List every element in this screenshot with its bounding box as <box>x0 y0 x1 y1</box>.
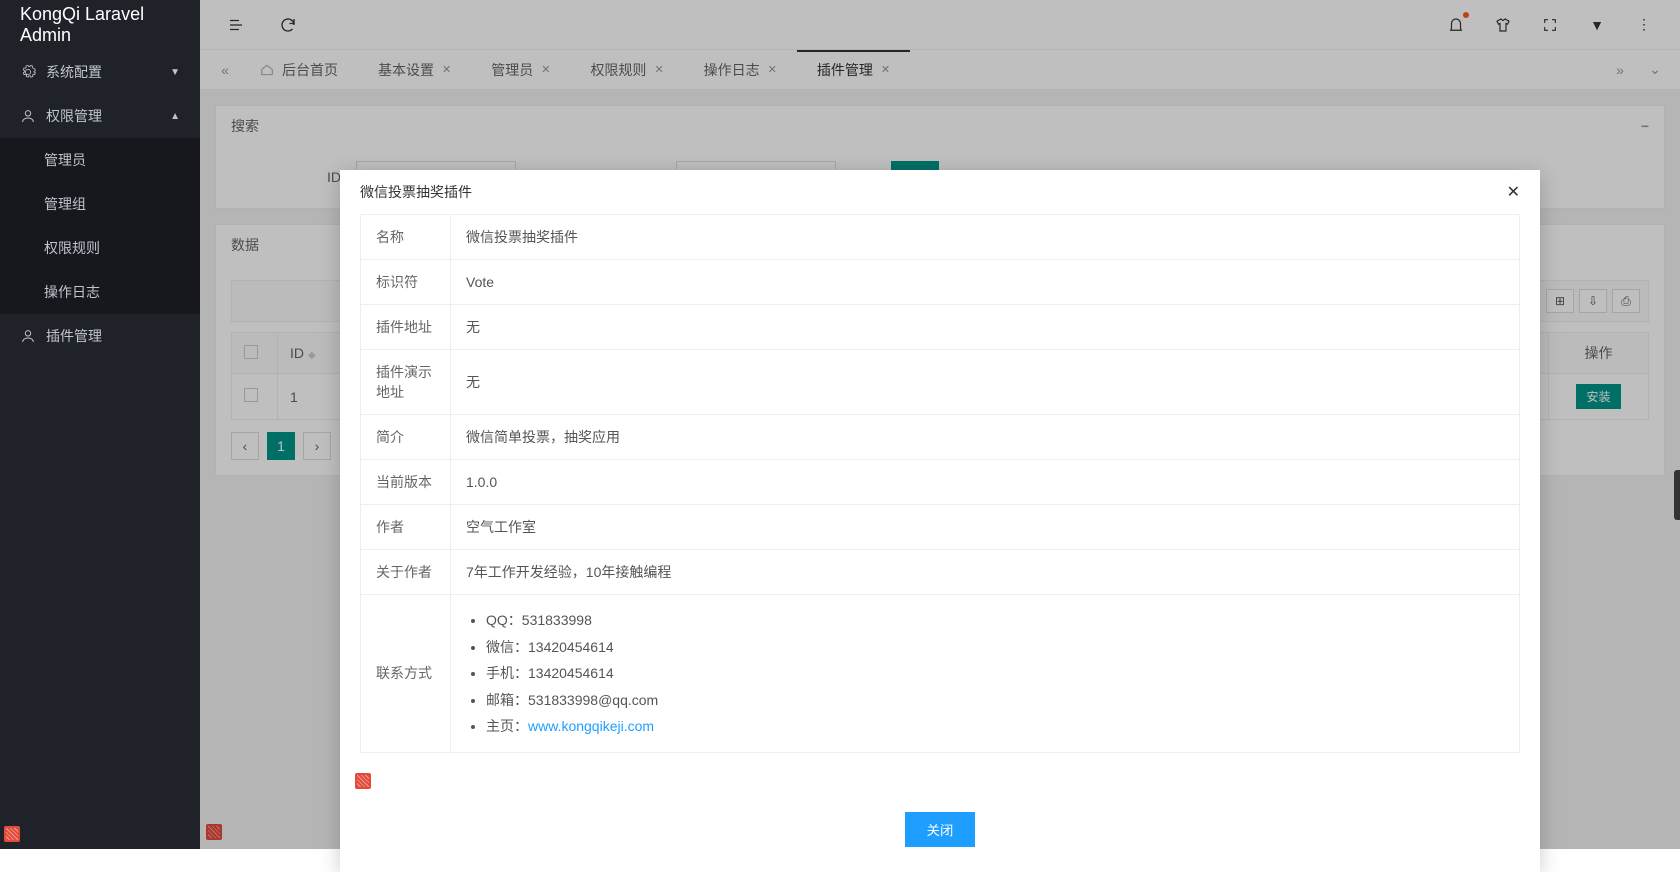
sidebar-item-plugins[interactable]: 插件管理 <box>0 314 200 358</box>
sidebar: KongQi Laravel Admin 系统配置 ▼ 权限管理 ▲ 管理员 管… <box>0 0 200 849</box>
chevron-up-icon: ▲ <box>170 111 180 122</box>
chevron-down-icon: ▼ <box>170 67 180 78</box>
contact-email: 邮箱：531833998@qq.com <box>486 687 1504 714</box>
modal: 微信投票抽奖插件 ✕ 名称微信投票抽奖插件 标识符Vote 插件地址无 插件演示… <box>340 170 1540 872</box>
close-button[interactable]: 关闭 <box>905 812 976 847</box>
sidebar-item-rules[interactable]: 权限规则 <box>0 226 200 270</box>
sidebar-item-admins[interactable]: 管理员 <box>0 138 200 182</box>
contact-qq: QQ：531833998 <box>486 607 1504 634</box>
user-icon <box>20 328 36 344</box>
contact-wechat: 微信：13420454614 <box>486 634 1504 661</box>
home-link[interactable]: www.kongqikeji.com <box>528 718 654 734</box>
user-icon <box>20 108 36 124</box>
sidebar-item-system[interactable]: 系统配置 ▼ <box>0 50 200 94</box>
sidebar-item-permission[interactable]: 权限管理 ▲ <box>0 94 200 138</box>
contact-phone: 手机：13420454614 <box>486 660 1504 687</box>
sidebar-item-label: 系统配置 <box>46 62 102 82</box>
corner-icon <box>340 768 1540 797</box>
corner-icon <box>0 822 200 849</box>
sidebar-item-label: 权限管理 <box>46 106 102 126</box>
close-icon[interactable]: ✕ <box>1507 182 1520 202</box>
sidebar-item-groups[interactable]: 管理组 <box>0 182 200 226</box>
gear-icon <box>20 64 36 80</box>
sidebar-item-label: 插件管理 <box>46 326 102 346</box>
contact-home: 主页：www.kongqikeji.com <box>486 713 1504 740</box>
modal-title: 微信投票抽奖插件 <box>360 182 472 202</box>
logo: KongQi Laravel Admin <box>0 0 200 50</box>
settings-stub[interactable] <box>1674 470 1680 520</box>
sidebar-item-logs[interactable]: 操作日志 <box>0 270 200 314</box>
